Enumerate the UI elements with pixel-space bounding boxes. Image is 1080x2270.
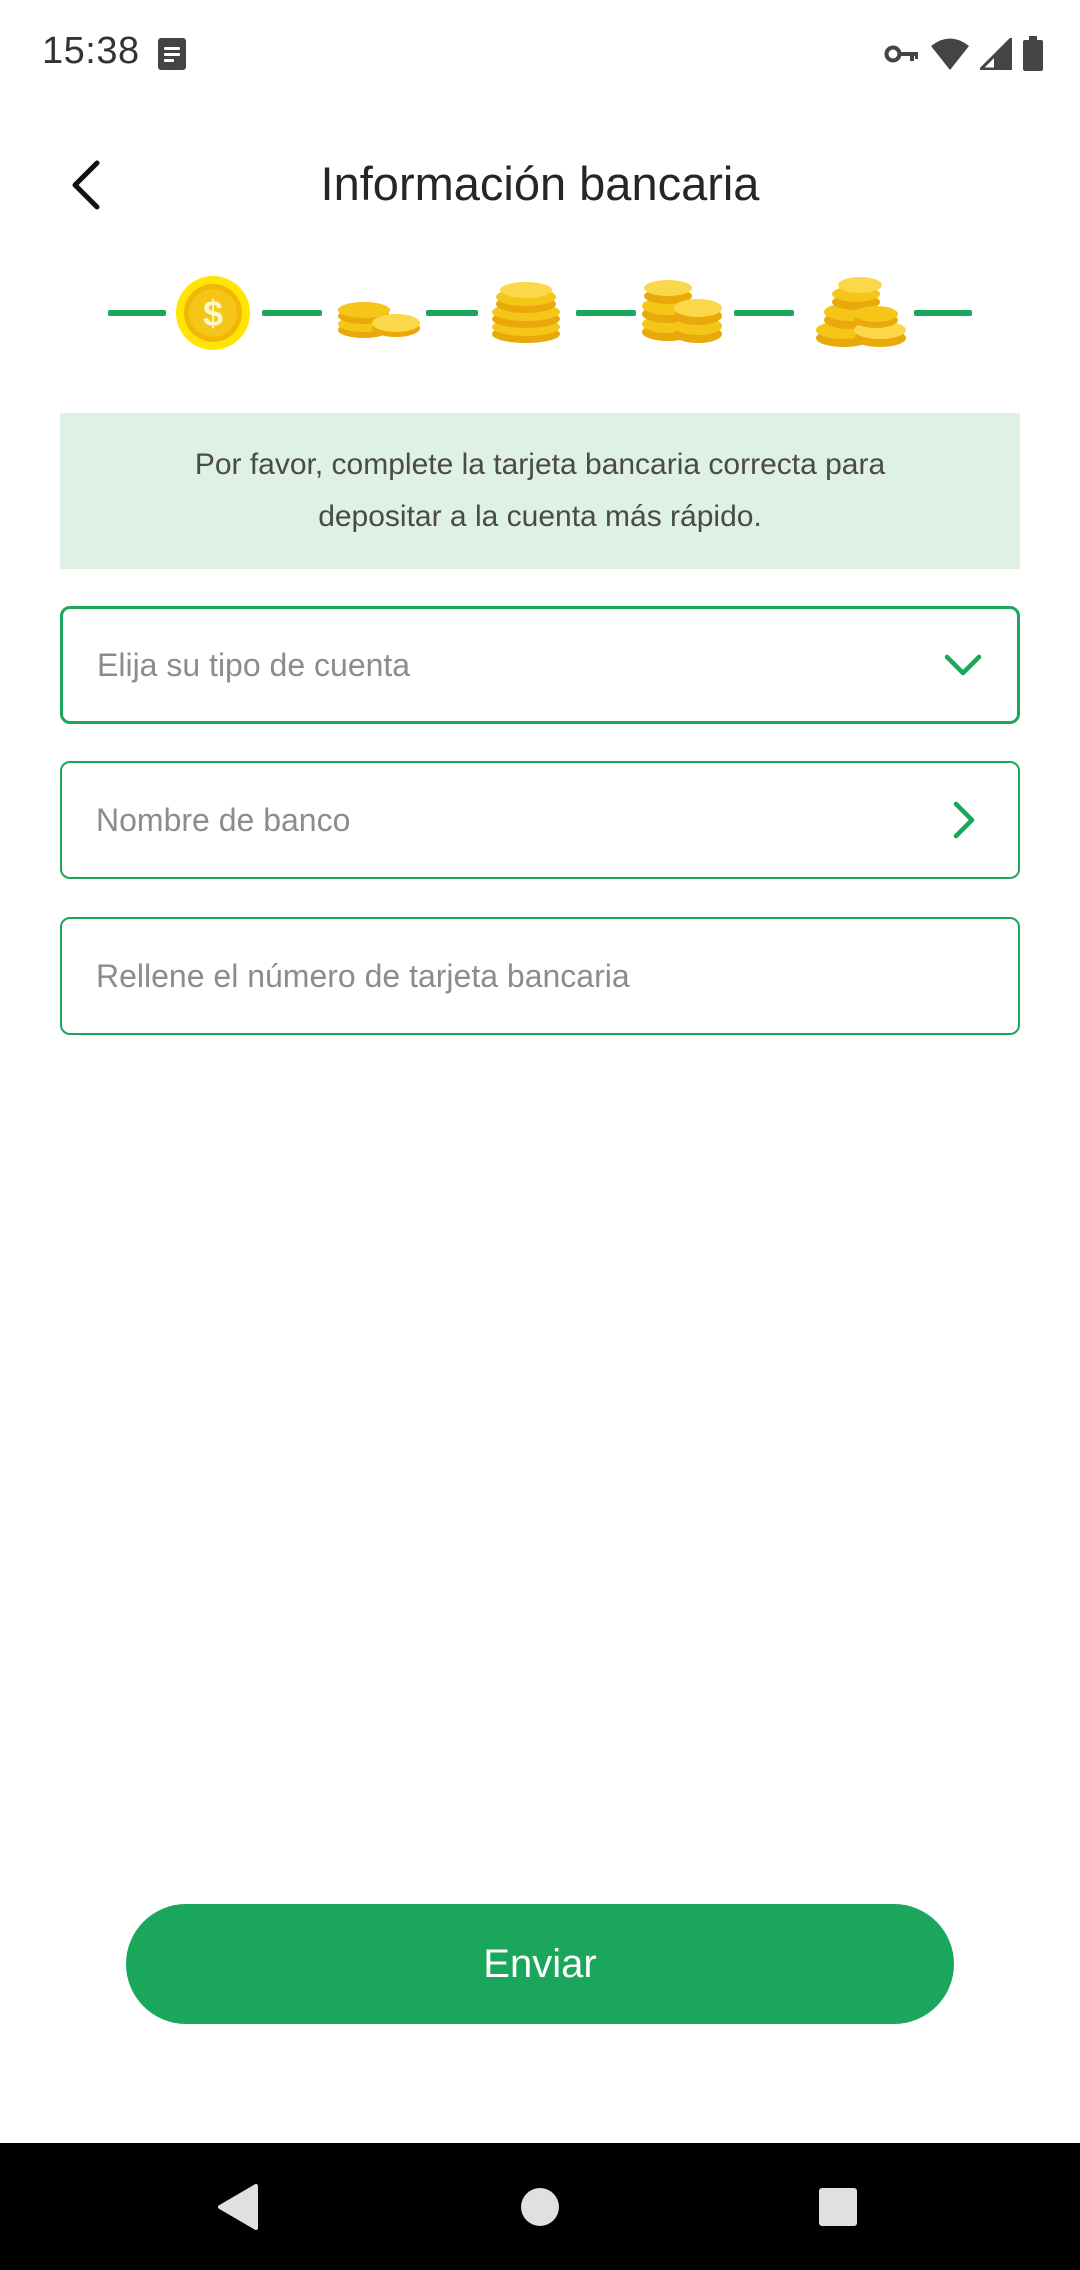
card-number-field[interactable] (60, 917, 1020, 1035)
bank-name-placeholder: Nombre de banco (96, 801, 351, 838)
coin-stack-icon (492, 282, 560, 343)
chevron-down-icon (943, 645, 983, 685)
status-time: 15:38 (42, 30, 140, 72)
svg-text:$: $ (203, 293, 223, 334)
nav-back-icon (218, 2183, 258, 2230)
nav-recent-icon (819, 2187, 857, 2226)
app-header: Información bancaria (0, 130, 1080, 240)
bank-name-field[interactable]: Nombre de banco (60, 761, 1020, 879)
battery-icon (1023, 36, 1043, 71)
page-title: Información bancaria (320, 157, 760, 210)
nav-home-icon (521, 2187, 559, 2226)
chevron-right-icon (944, 800, 984, 840)
navigation-bar (0, 2143, 1080, 2270)
nav-home-button[interactable] (480, 2143, 600, 2270)
status-icons (884, 34, 1044, 74)
info-banner: Por favor, complete la tarjeta bancaria … (60, 413, 1020, 569)
nav-recent-button[interactable] (778, 2143, 898, 2270)
notes-icon (158, 38, 186, 70)
status-bar: 15:38 (0, 0, 1080, 112)
info-banner-text: Por favor, complete la tarjeta bancaria … (194, 448, 886, 533)
wifi-icon (931, 38, 969, 70)
cell-signal-icon (980, 38, 1012, 70)
small-coin-stack-icon (338, 302, 420, 338)
double-coin-stack-icon (642, 280, 722, 343)
vpn-key-icon (884, 45, 918, 63)
bank-info-screen: 15:38 Información bancaria $ Por favor, … (0, 0, 1080, 2270)
account-type-select[interactable]: Elija su tipo de cuenta (60, 606, 1020, 724)
account-type-placeholder: Elija su tipo de cuenta (97, 646, 411, 683)
progress-steps: $ (108, 268, 972, 358)
dollar-coin-icon: $ (176, 276, 250, 350)
card-number-input[interactable] (96, 957, 984, 995)
large-coin-pile-icon (816, 277, 906, 347)
nav-back-button[interactable] (178, 2143, 298, 2270)
submit-button[interactable]: Enviar (126, 1904, 954, 2024)
